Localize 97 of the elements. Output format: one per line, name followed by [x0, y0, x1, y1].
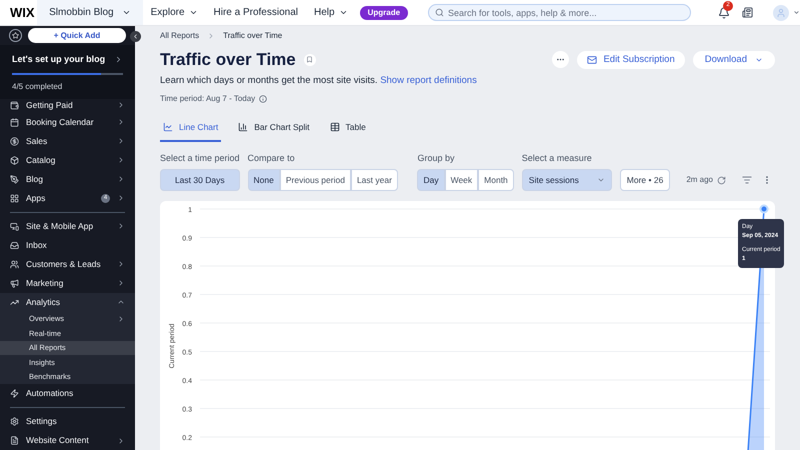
- refresh-icon[interactable]: [717, 176, 726, 184]
- chevron-down-icon: [122, 8, 131, 17]
- news-icon[interactable]: [742, 7, 754, 18]
- segment-option[interactable]: Last year: [350, 169, 398, 191]
- view-tab[interactable]: Table: [326, 120, 369, 142]
- breadcrumb-link[interactable]: All Reports: [160, 30, 200, 42]
- grid-icon: [10, 194, 19, 202]
- view-tab[interactable]: Line Chart: [160, 120, 222, 142]
- devices-icon: [10, 222, 19, 230]
- zap-icon: [10, 389, 19, 398]
- quick-add-button[interactable]: + Quick Add: [28, 28, 126, 43]
- filter-label: Select a time period: [160, 152, 240, 165]
- chevron-right-icon: [117, 137, 125, 145]
- chevron-right-icon: [117, 101, 125, 109]
- time-period-text: Time period: Aug 7 - Today: [160, 92, 256, 105]
- download-button[interactable]: Download: [692, 50, 775, 69]
- megaphone-icon: [10, 278, 19, 288]
- box-icon: [10, 156, 19, 164]
- chevron-right-icon: [117, 194, 125, 202]
- inbox-icon: [10, 240, 19, 250]
- collapse-button[interactable]: [130, 31, 141, 42]
- chevron-right-icon: [117, 314, 125, 323]
- chevron-right-icon: [117, 118, 125, 126]
- wallet-icon: [10, 100, 19, 110]
- nav-item[interactable]: Sales: [0, 132, 135, 150]
- nav-item[interactable]: Site & Mobile App: [0, 216, 135, 236]
- nav-item[interactable]: Automations: [0, 384, 135, 403]
- bell-icon[interactable]: [718, 6, 730, 18]
- segment-option[interactable]: Previous period: [280, 169, 351, 191]
- chevron-up-icon: [117, 298, 125, 306]
- bookmark-icon: [306, 56, 314, 64]
- upgrade-button[interactable]: Upgrade: [360, 6, 408, 20]
- chevron-right-icon: [117, 156, 125, 164]
- nav-item[interactable]: Booking Calendar: [0, 112, 135, 132]
- segment-option[interactable]: None: [248, 169, 280, 191]
- breadcrumb-current: Traffic over Time: [223, 30, 282, 42]
- nav-item[interactable]: Inbox: [0, 236, 135, 254]
- site-selector[interactable]: Slmobbin Blog: [37, 0, 143, 25]
- chevron-down-icon: [338, 8, 348, 17]
- star-icon: [12, 32, 19, 39]
- page-description: Learn which days or months get the most site visits. Show report definitions: [160, 74, 478, 88]
- page-title: Traffic over Time: [160, 49, 296, 71]
- nav-item[interactable]: Catalog: [0, 150, 135, 170]
- chevron-right-icon: [114, 55, 123, 64]
- pen-icon: [10, 174, 19, 184]
- nav-item[interactable]: Blog: [0, 170, 135, 188]
- mail-icon: [587, 54, 598, 65]
- user-icon: [776, 8, 786, 18]
- chevron-down-icon: [596, 176, 605, 184]
- chevron-left-icon: [132, 33, 139, 40]
- dollar-icon: [10, 136, 19, 146]
- definitions-link[interactable]: Show report definitions: [380, 74, 477, 86]
- nav-item[interactable]: Settings: [0, 412, 135, 431]
- filter-label: Select a measure: [522, 152, 593, 164]
- more-measures-button[interactable]: More • 26: [620, 169, 670, 191]
- nav-item[interactable]: Customers & Leads: [0, 254, 135, 274]
- document-icon: [10, 436, 19, 445]
- nav-item[interactable]: Getting Paid: [0, 98, 135, 112]
- filter-label: Group by: [417, 152, 456, 165]
- top-menu-item[interactable]: Hire a Professional: [206, 5, 306, 20]
- settings-icon: [10, 417, 19, 426]
- tab-icon: [163, 122, 173, 132]
- users-icon: [10, 260, 19, 268]
- segment-option[interactable]: Day: [417, 169, 445, 191]
- chevron-right-icon: [117, 260, 125, 268]
- filter-icon[interactable]: [742, 175, 752, 185]
- chevron-right-icon: [117, 279, 125, 287]
- chevron-right-icon: [117, 175, 125, 183]
- chevron-right-icon: [117, 222, 125, 230]
- bookmark-button[interactable]: [304, 54, 316, 66]
- nav-item[interactable]: Marketing: [0, 274, 135, 292]
- top-menu-item[interactable]: Help: [306, 5, 356, 20]
- filter-label: Compare to: [248, 152, 296, 165]
- segment-option[interactable]: Week: [444, 169, 478, 191]
- data-point[interactable]: [760, 204, 768, 214]
- setup-title: Let's set up your blog: [12, 53, 106, 66]
- info-icon[interactable]: [259, 94, 268, 103]
- setup-card[interactable]: Let's set up your blog 4/5 completed: [0, 45, 135, 98]
- view-tab[interactable]: Bar Chart Split: [235, 120, 312, 142]
- chevron-right-icon: [117, 436, 125, 444]
- edit-subscription-button[interactable]: Edit Subscription: [577, 50, 685, 69]
- star-button[interactable]: [9, 29, 22, 42]
- measure-select[interactable]: Site sessions: [522, 169, 612, 191]
- trend-icon: [10, 298, 19, 306]
- updated-time: 2m ago: [686, 174, 713, 186]
- progress-text: 4/5 completed: [12, 80, 64, 92]
- nav-item[interactable]: Analytics: [0, 292, 135, 312]
- tab-icon: [238, 122, 248, 132]
- time-period-select[interactable]: Last 30 Days: [160, 169, 240, 191]
- search-field[interactable]: Search for tools, apps, help & more...: [428, 4, 692, 21]
- segment-option[interactable]: Month: [478, 169, 514, 191]
- nav-item[interactable]: Website Content: [0, 431, 135, 450]
- tab-icon: [330, 122, 340, 132]
- top-menu-item[interactable]: Explore: [142, 5, 206, 20]
- logo[interactable]: WIX: [0, 2, 38, 22]
- calendar-icon: [10, 118, 19, 126]
- chevron-down-icon: [188, 8, 198, 17]
